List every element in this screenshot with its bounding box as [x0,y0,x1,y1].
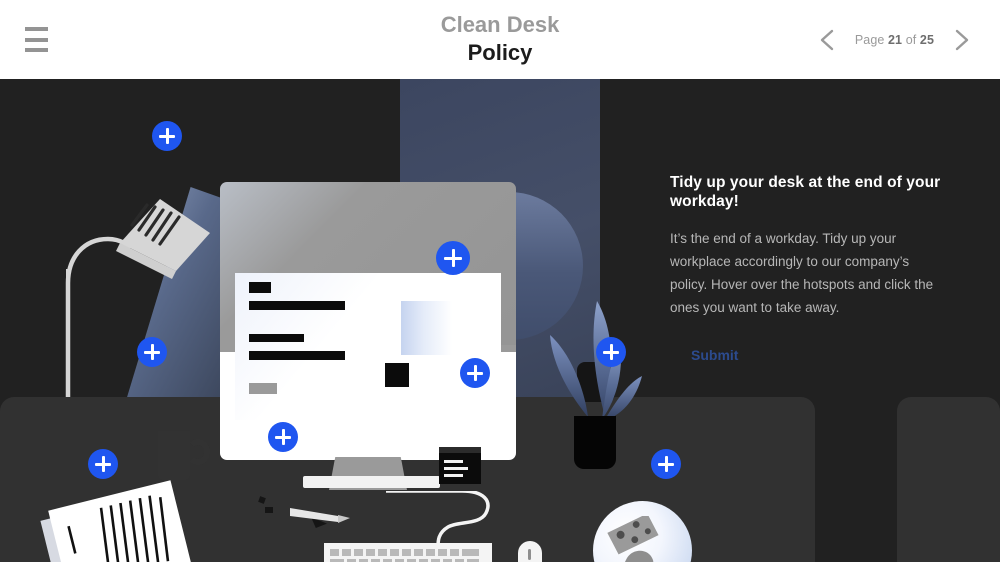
mouse-scroll-wheel [528,549,531,560]
pagination-current: 21 [888,33,903,47]
monitor-screen [235,273,501,420]
pagination-of: of [905,33,917,47]
screen-button-block [249,383,277,394]
notepad-line-3 [444,474,463,477]
screen-highlight-region [401,301,452,355]
hotspot-food-plate[interactable] [651,449,681,479]
screen-text-block-3 [249,334,304,342]
notepad-line-1 [444,460,463,463]
illustration-scene: Tidy up your desk at the end of your wor… [0,79,1000,562]
chevron-left-icon[interactable] [809,21,847,59]
monitor-foot [303,476,440,488]
keyboard-keys [329,548,487,562]
submit-button[interactable]: Submit [691,347,738,363]
app-header: Clean Desk Policy Page 21 of 25 [0,0,1000,79]
hotspot-desk-lamp[interactable] [152,121,182,151]
screen-text-block-4 [249,351,345,360]
hotspot-papers[interactable] [88,449,118,479]
screen-text-block-2 [249,301,345,310]
hotspot-notepad[interactable] [460,358,490,388]
screen-image-block [385,363,409,387]
desk-speck-3 [265,507,273,513]
hotspot-coffee-mug[interactable] [137,337,167,367]
pagination-prefix: Page [854,33,885,47]
notepad-line-2 [444,467,468,470]
plant-pot [574,416,616,469]
pagination-label: Page 21 of 25 [847,33,942,47]
chevron-right-icon[interactable] [942,21,980,59]
pagination-total: 25 [919,33,934,47]
notepad-top-edge [439,447,481,453]
hotspot-pen[interactable] [268,422,298,452]
panel-body-text: It’s the end of a workday. Tidy up your … [670,231,934,315]
panel-heading: Tidy up your desk at the end of your wor… [670,174,941,210]
plant-leaves [540,301,655,426]
desk-surface-side [897,397,1000,562]
pagination: Page 21 of 25 [809,21,980,59]
keyboard-cable [384,489,496,549]
hotspot-monitor-screen[interactable] [436,241,470,275]
paper-stack [38,477,198,562]
pen [290,504,352,526]
lamp-head [114,199,212,281]
food-items [607,513,679,562]
instruction-panel: Tidy up your desk at the end of your wor… [670,173,955,365]
screen-text-block-1 [249,282,271,293]
coffee-mug [158,431,190,480]
hotspot-plant[interactable] [596,337,626,367]
